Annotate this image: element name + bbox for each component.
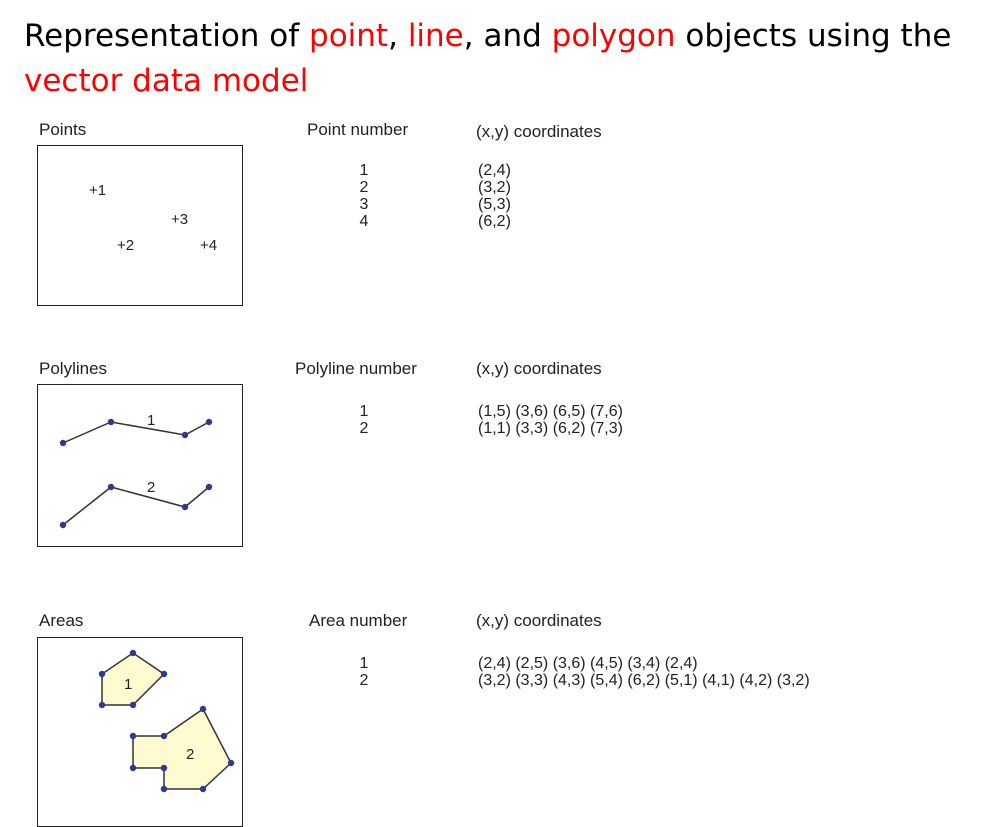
point-number: 4 (359, 213, 369, 230)
polyline-1 (62, 421, 210, 444)
area-number-list: 12 (349, 655, 379, 689)
area-vertex (199, 785, 207, 793)
point-coords: (6,2) (478, 213, 511, 230)
area-coord-list: (2,4) (2,5) (3,6) (4,5) (3,4) (2,4) (3,2)… (478, 655, 810, 689)
area-label-2: 2 (186, 746, 194, 763)
point-number: 1 (359, 162, 369, 179)
polyline-label-1: 1 (147, 412, 155, 429)
polyline-vertex (181, 431, 189, 439)
area-polygon-1 (101, 652, 166, 706)
point-coord-list: (2,4) (3,2) (5,3) (6,2) (478, 162, 511, 230)
area-number: 1 (359, 655, 369, 672)
polyline-vertex (205, 418, 213, 426)
points-panel: +1 +2 +3 +4 (37, 145, 243, 306)
polyline-number: 2 (359, 420, 369, 437)
title-text-1: Representation of (24, 18, 310, 54)
area-vertex (129, 649, 137, 657)
area-vertex (199, 705, 207, 713)
area-vertex (129, 701, 137, 709)
area-vertex (160, 785, 168, 793)
area-vertex (129, 732, 137, 740)
polylines-panel: 1 2 (37, 384, 243, 547)
area-coords: (3,2) (3,3) (4,3) (5,4) (6,2) (5,1) (4,1… (478, 672, 810, 689)
points-coord-header: (x,y) coordinates (476, 122, 602, 141)
area-polygon-2 (132, 707, 232, 790)
point-number-list: 1234 (349, 162, 379, 230)
point-coords: (5,3) (478, 196, 511, 213)
title-text-2: , (388, 18, 408, 54)
slide-title: Representation of point, line, and polyg… (24, 14, 984, 104)
polyline-coords: (1,1) (3,3) (6,2) (7,3) (478, 420, 623, 437)
area-vertex (160, 670, 168, 678)
polyline-label-2: 2 (147, 479, 155, 496)
point-marker-2: +2 (117, 237, 135, 254)
title-highlight-vector-model: vector data model (24, 63, 309, 99)
polyline-number-list: 12 (349, 403, 379, 437)
polyline-coord-list: (1,5) (3,6) (6,5) (7,6) (1,1) (3,3) (6,2)… (478, 403, 623, 437)
polyline-coords: (1,5) (3,6) (6,5) (7,6) (478, 403, 623, 420)
polyline-number-header: Polyline number (295, 359, 417, 378)
title-text-4: objects using the (675, 18, 952, 54)
area-vertex (160, 732, 168, 740)
areas-coord-header: (x,y) coordinates (476, 611, 602, 630)
polyline-vertex (181, 503, 189, 511)
point-number: 2 (359, 179, 369, 196)
point-marker-3: +3 (171, 211, 189, 228)
area-vertex (227, 759, 235, 767)
point-marker-4: +4 (200, 237, 218, 254)
point-coords: (2,4) (478, 162, 511, 179)
polylines-section-label: Polylines (39, 359, 108, 378)
point-number-header: Point number (307, 120, 409, 139)
title-highlight-polygon: polygon (551, 18, 676, 54)
polyline-number: 1 (359, 403, 369, 420)
area-vertex (98, 701, 106, 709)
title-highlight-line: line (407, 18, 464, 54)
area-vertex (98, 670, 106, 678)
area-number: 2 (359, 672, 369, 689)
title-highlight-point: point (309, 18, 389, 54)
polylines-coord-header: (x,y) coordinates (476, 359, 602, 378)
point-coords: (3,2) (478, 179, 511, 196)
areas-section-label: Areas (39, 611, 84, 630)
polyline-vertex (107, 483, 115, 491)
area-coords: (2,4) (2,5) (3,6) (4,5) (3,4) (2,4) (478, 655, 698, 672)
polylines-drawing: 1 2 (59, 412, 213, 529)
title-text-3: , and (463, 18, 552, 54)
point-number: 3 (359, 196, 369, 213)
points-section-label: Points (39, 120, 87, 139)
point-marker-1: +1 (89, 182, 107, 199)
polyline-vertex (205, 483, 213, 491)
area-number-header: Area number (309, 611, 408, 630)
area-vertex (160, 764, 168, 772)
area-vertex (129, 764, 137, 772)
polyline-vertex (59, 439, 67, 447)
area-label-1: 1 (124, 676, 132, 693)
polyline-vertex (59, 521, 67, 529)
areas-panel: 1 2 (37, 637, 243, 827)
areas-drawing: 1 2 (98, 649, 235, 793)
polyline-vertex (107, 418, 115, 426)
